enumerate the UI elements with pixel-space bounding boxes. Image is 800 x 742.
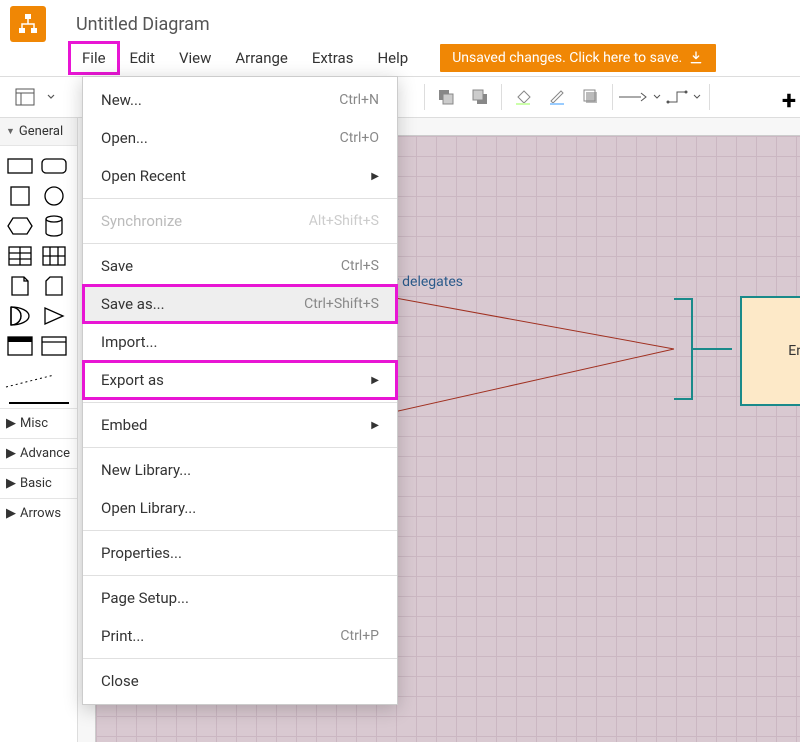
- section-basic[interactable]: ▶ Basic: [0, 468, 77, 498]
- shape-card[interactable]: [40, 274, 68, 298]
- connection-style-button[interactable]: [617, 80, 661, 114]
- section-advanced-label: Advance: [20, 446, 70, 461]
- chevron-right-icon: ▶: [6, 446, 16, 461]
- menu-item-open-recent[interactable]: Open Recent▶: [83, 157, 397, 195]
- shape-window2[interactable]: [40, 334, 68, 358]
- chevron-right-icon: ▶: [6, 416, 16, 431]
- menu-item-page-setup[interactable]: Page Setup...: [83, 579, 397, 617]
- unsaved-changes-banner[interactable]: Unsaved changes. Click here to save.: [440, 44, 716, 72]
- section-basic-label: Basic: [20, 476, 52, 491]
- diagram-logo-icon: [16, 12, 40, 36]
- document-title[interactable]: Untitled Diagram: [76, 14, 210, 35]
- pencil-icon: [547, 87, 567, 107]
- section-misc-label: Misc: [20, 416, 48, 431]
- download-icon: [688, 50, 704, 66]
- chevron-down-icon: [47, 94, 55, 100]
- menu-item-open-library[interactable]: Open Library...: [83, 489, 397, 527]
- menu-item-save-as[interactable]: Save as...Ctrl+Shift+S: [83, 285, 397, 323]
- chevron-right-icon: ▶: [6, 506, 16, 521]
- menu-item-print[interactable]: Print...Ctrl+P: [83, 617, 397, 655]
- layout-picker-button[interactable]: [8, 80, 42, 114]
- menu-extras[interactable]: Extras: [300, 43, 366, 73]
- menubar: File Edit View Arrange Extras Help: [70, 43, 420, 73]
- file-menu-dropdown: New...Ctrl+N Open...Ctrl+O Open Recent▶ …: [82, 76, 398, 705]
- entity-node[interactable]: En: [740, 296, 800, 406]
- section-arrows-label: Arrows: [20, 506, 61, 521]
- chevron-down-icon: ▼: [6, 126, 15, 137]
- menu-item-close[interactable]: Close: [83, 662, 397, 700]
- unsaved-changes-text: Unsaved changes. Click here to save.: [452, 50, 682, 66]
- waypoint-icon: [665, 88, 691, 106]
- menu-item-new-library[interactable]: New Library...: [83, 451, 397, 489]
- menu-file[interactable]: File: [70, 43, 118, 73]
- menu-item-properties[interactable]: Properties...: [83, 534, 397, 572]
- app-logo[interactable]: [10, 6, 46, 42]
- shadow-icon: [582, 88, 600, 106]
- entity-node-label: En: [788, 343, 800, 359]
- menu-separator: [83, 447, 397, 448]
- menu-item-open[interactable]: Open...Ctrl+O: [83, 119, 397, 157]
- menu-separator: [83, 658, 397, 659]
- menu-separator: [83, 530, 397, 531]
- shape-circle[interactable]: [40, 184, 68, 208]
- menu-edit[interactable]: Edit: [118, 43, 167, 73]
- menu-item-embed[interactable]: Embed▶: [83, 406, 397, 444]
- shape-window[interactable]: [6, 334, 34, 358]
- shape-solid-line[interactable]: [9, 402, 69, 404]
- to-back-icon: [470, 87, 490, 107]
- menu-item-export-as[interactable]: Export as▶: [83, 361, 397, 399]
- chevron-down-icon: [693, 94, 701, 100]
- shape-hexagon[interactable]: [6, 214, 34, 238]
- shape-rectangle[interactable]: [6, 154, 34, 178]
- menu-view[interactable]: View: [167, 43, 223, 73]
- to-front-icon: [436, 87, 456, 107]
- menu-help[interactable]: Help: [365, 43, 420, 73]
- add-button[interactable]: +: [782, 86, 796, 116]
- section-general[interactable]: ▼ General: [0, 118, 77, 146]
- waypoint-style-button[interactable]: [661, 80, 705, 114]
- shape-triangle[interactable]: [40, 304, 68, 328]
- to-back-button[interactable]: [463, 80, 497, 114]
- fill-color-button[interactable]: [506, 80, 540, 114]
- menu-item-import[interactable]: Import...: [83, 323, 397, 361]
- section-general-label: General: [19, 124, 63, 139]
- layout-icon: [15, 88, 35, 106]
- section-arrows[interactable]: ▶ Arrows: [0, 498, 77, 528]
- shapes-sidebar: ▼ General ▶ Misc ▶ Advance ▶ Basic ▶ Arrows: [0, 118, 78, 742]
- submenu-arrow-icon: ▶: [371, 171, 379, 182]
- chevron-down-icon: [653, 94, 661, 100]
- submenu-arrow-icon: ▶: [371, 420, 379, 431]
- shape-cylinder[interactable]: [40, 214, 68, 238]
- to-front-button[interactable]: [429, 80, 463, 114]
- shape-dotted-line[interactable]: [0, 366, 60, 396]
- arrow-style-icon: [617, 90, 651, 104]
- shape-grid[interactable]: [40, 244, 68, 268]
- section-advanced[interactable]: ▶ Advance: [0, 438, 77, 468]
- submenu-arrow-icon: ▶: [371, 375, 379, 386]
- layout-picker-dropdown[interactable]: [42, 80, 60, 114]
- menu-separator: [83, 243, 397, 244]
- chevron-right-icon: ▶: [6, 476, 16, 491]
- shape-half-circle[interactable]: [6, 304, 34, 328]
- general-shapes: [0, 146, 77, 366]
- shadow-button[interactable]: [574, 80, 608, 114]
- menu-arrange[interactable]: Arrange: [223, 43, 299, 73]
- menu-item-synchronize: SynchronizeAlt+Shift+S: [83, 202, 397, 240]
- paint-bucket-icon: [513, 87, 533, 107]
- shape-rounded-rect[interactable]: [40, 154, 68, 178]
- line-color-button[interactable]: [540, 80, 574, 114]
- menu-separator: [83, 575, 397, 576]
- shape-table[interactable]: [6, 244, 34, 268]
- menu-separator: [83, 402, 397, 403]
- menu-item-new[interactable]: New...Ctrl+N: [83, 81, 397, 119]
- menu-separator: [83, 198, 397, 199]
- shape-square[interactable]: [6, 184, 34, 208]
- shape-note[interactable]: [6, 274, 34, 298]
- menu-item-save[interactable]: SaveCtrl+S: [83, 247, 397, 285]
- section-misc[interactable]: ▶ Misc: [0, 408, 77, 438]
